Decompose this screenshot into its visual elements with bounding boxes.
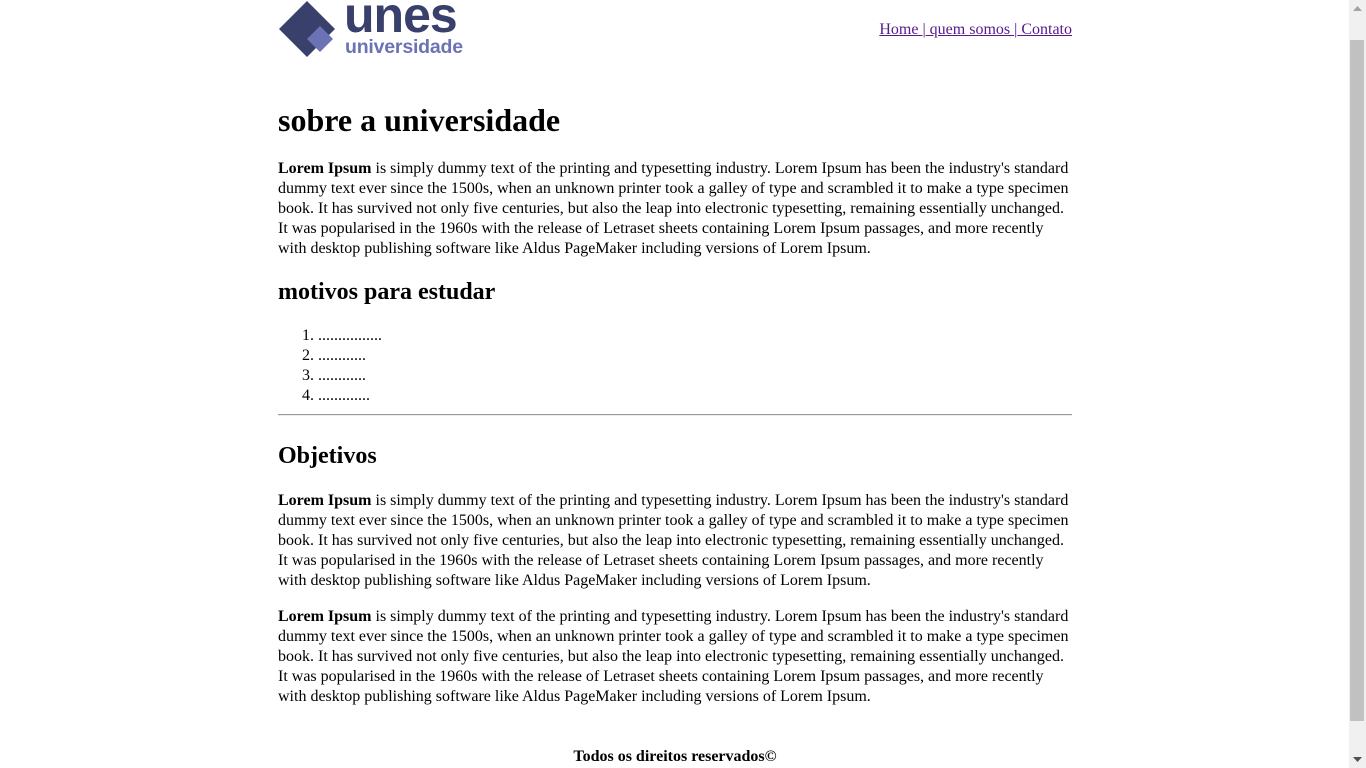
site-footer: Todos os direitos reservados© — [573, 748, 777, 765]
logo[interactable]: unes universidade — [278, 0, 492, 60]
paragraph-text: is simply dummy text of the printing and… — [278, 160, 1069, 257]
scrollbar-thumb[interactable] — [1350, 40, 1364, 721]
scroll-up-button[interactable] — [1349, 0, 1366, 17]
page-title: sobre a universidade — [278, 102, 561, 138]
nav-link-contato[interactable]: Contato — [1017, 21, 1072, 38]
motivos-list: ................ ............ ..........… — [278, 326, 382, 406]
vertical-scrollbar[interactable] — [1349, 0, 1366, 768]
section-divider — [278, 414, 1072, 416]
page-container: unes universidade Home | quem somos | Co… — [278, 0, 1072, 765]
paragraph-text: is simply dummy text of the printing and… — [278, 608, 1069, 705]
paragraph-objetivos-1: Lorem Ipsum is simply dummy text of the … — [278, 491, 1072, 591]
paragraph-bold-lead: Lorem Ipsum — [278, 160, 372, 177]
triangle-down-icon — [1353, 757, 1362, 762]
list-item: ............. — [318, 386, 382, 406]
logo-diamond-icon — [279, 1, 335, 57]
top-nav: Home | quem somos | Contato — [879, 21, 1072, 39]
site-header: unes universidade Home | quem somos | Co… — [278, 0, 1072, 62]
scroll-down-button[interactable] — [1349, 751, 1366, 768]
section-heading-motivos: motivos para estudar — [278, 279, 496, 305]
logo-subtitle: universidade — [345, 36, 463, 58]
list-item: ............ — [318, 346, 382, 366]
list-item: ................ — [318, 326, 382, 346]
list-item: ............ — [318, 366, 382, 386]
triangle-up-icon — [1353, 6, 1362, 11]
paragraph-text: is simply dummy text of the printing and… — [278, 492, 1069, 589]
nav-link-home[interactable]: Home — [879, 21, 922, 38]
section-heading-objetivos: Objetivos — [278, 443, 377, 469]
paragraph-intro: Lorem Ipsum is simply dummy text of the … — [278, 159, 1072, 259]
paragraph-bold-lead: Lorem Ipsum — [278, 608, 372, 625]
paragraph-bold-lead: Lorem Ipsum — [278, 492, 372, 509]
nav-link-quem-somos[interactable]: quem somos — [926, 21, 1014, 38]
browser-viewport: unes universidade Home | quem somos | Co… — [0, 0, 1349, 768]
paragraph-objetivos-2: Lorem Ipsum is simply dummy text of the … — [278, 607, 1072, 707]
